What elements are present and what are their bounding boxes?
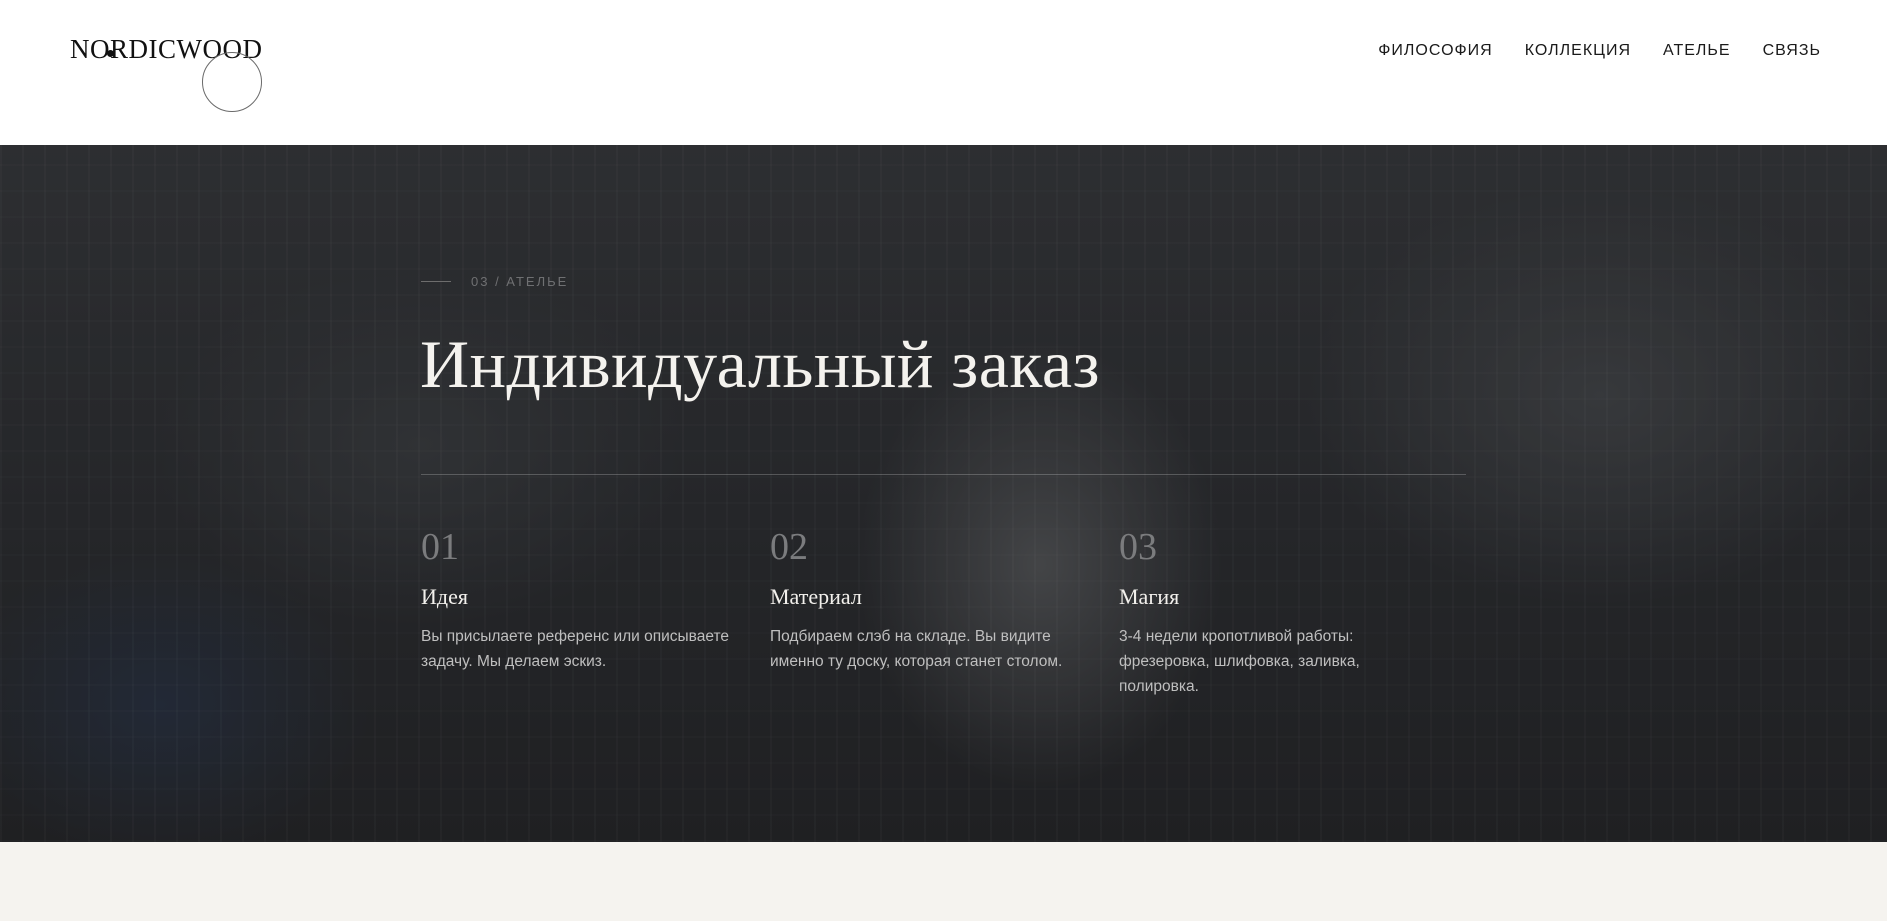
step-number: 01: [421, 526, 459, 568]
step-description: Вы присылаете референс или описываете за…: [421, 628, 730, 670]
atelier-section: 03 / АТЕЛЬЕ Индивидуальный заказ 01 Идея…: [0, 145, 1887, 842]
step-title: Магия: [1119, 584, 1180, 609]
step-idea: 01 Идея Вы присылаете референс или описы…: [421, 528, 731, 674]
step-material: 02 Материал Подбираем слэб на складе. Вы…: [770, 528, 1080, 674]
nav-item-collection[interactable]: КОЛЛЕКЦИЯ: [1525, 42, 1631, 60]
step-magic: 03 Магия 3-4 недели кропотливой работы: …: [1119, 528, 1419, 699]
step-title: Материал: [770, 584, 862, 609]
nav-item-atelier[interactable]: АТЕЛЬЕ: [1663, 42, 1731, 60]
step-title: Идея: [421, 584, 468, 609]
section-eyebrow: 03 / АТЕЛЬЕ: [421, 274, 568, 289]
section-divider: [421, 474, 1466, 475]
eyebrow-text: 03 / АТЕЛЬЕ: [471, 274, 569, 289]
nav-item-philosophy[interactable]: ФИЛОСОФИЯ: [1378, 42, 1492, 60]
next-section: [0, 842, 1887, 921]
hero-background-image: [0, 145, 1887, 842]
main-nav: ФИЛОСОФИЯ КОЛЛЕКЦИЯ АТЕЛЬЕ СВЯЗЬ: [1378, 42, 1821, 60]
step-description: Подбираем слэб на складе. Вы видите имен…: [770, 628, 1063, 670]
step-number: 03: [1119, 526, 1157, 568]
cursor-ring-icon: [202, 52, 262, 112]
logo-dot-icon: [107, 50, 114, 57]
nav-item-contact[interactable]: СВЯЗЬ: [1763, 42, 1821, 60]
eyebrow-line: [421, 281, 451, 282]
step-description: 3-4 недели кропотливой работы: фрезеровк…: [1119, 628, 1360, 695]
site-header: NORDICWOOD ФИЛОСОФИЯ КОЛЛЕКЦИЯ АТЕЛЬЕ СВ…: [0, 0, 1887, 145]
section-title: Индивидуальный заказ: [420, 326, 1100, 402]
step-number: 02: [770, 526, 808, 568]
